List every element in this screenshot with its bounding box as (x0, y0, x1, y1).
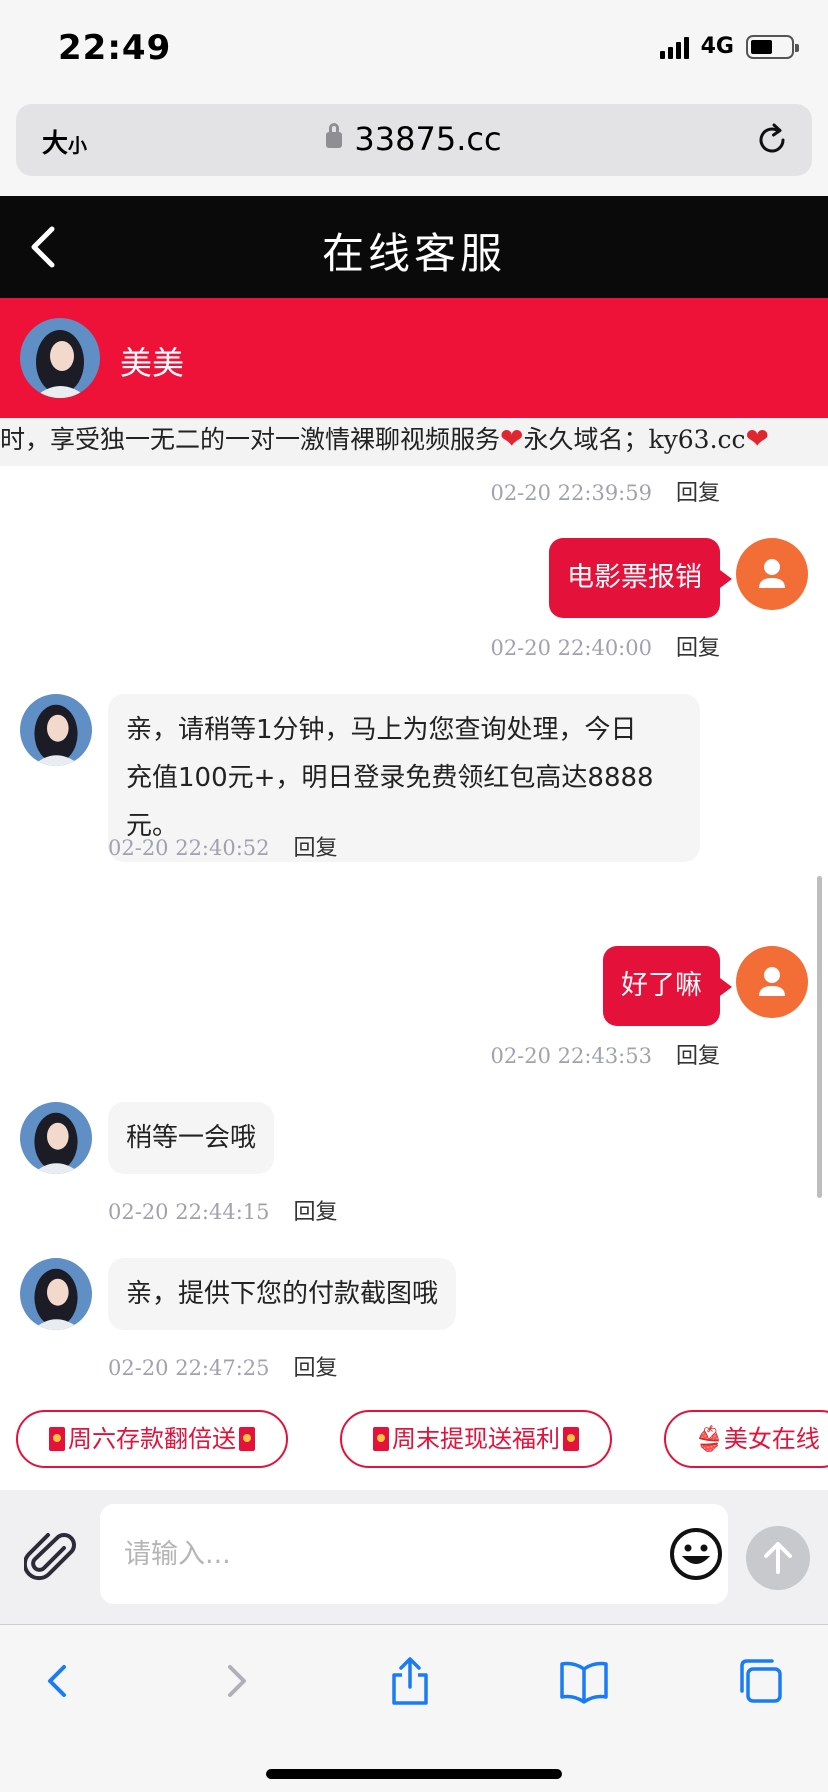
chip-label: 美女在线 (723, 1425, 820, 1453)
message-meta: 02-20 22:44:15 回复 (108, 1194, 338, 1226)
reply-link[interactable]: 回复 (676, 636, 720, 661)
status-bar: 22:49 4G (0, 0, 828, 100)
browser-toolbar (0, 1624, 828, 1792)
scrollbar[interactable] (817, 876, 822, 1198)
red-envelope-icon (373, 1427, 389, 1451)
message-text: 亲，提供下您的付款截图哦 (126, 1279, 439, 1309)
page-title: 在线客服 (321, 229, 506, 278)
share-icon[interactable] (384, 1655, 436, 1707)
message-text-line: 充值100元+，明日登录免费领红包高达8888 (126, 763, 654, 793)
message-meta: 02-20 22:40:52 回复 (108, 830, 338, 862)
agent-message-bubble: 亲，提供下您的付款截图哦 (108, 1258, 457, 1330)
message-text: 电影票报销 (567, 562, 702, 593)
url-text: 33875.cc (354, 120, 502, 158)
signal-icon (659, 35, 689, 59)
user-avatar (736, 538, 808, 610)
agent-message-bubble: 稍等一会哦 (108, 1102, 275, 1174)
emoji-icon[interactable] (668, 1526, 724, 1582)
message-timestamp: 02-20 22:39:59 (490, 481, 652, 505)
red-envelope-icon (563, 1427, 579, 1451)
browser-address-area: 大小 33875.cc (0, 100, 828, 196)
agent-avatar (20, 694, 92, 766)
forward-icon[interactable] (210, 1655, 262, 1707)
reply-link[interactable]: 回复 (294, 1356, 338, 1381)
user-avatar (736, 946, 808, 1018)
user-message-bubble: 电影票报销 (549, 538, 732, 618)
message-meta: 02-20 22:39:59 回复 (490, 475, 720, 507)
message-meta: 02-20 22:47:25 回复 (108, 1350, 338, 1382)
message-text: 稍等一会哦 (126, 1123, 257, 1153)
agent-banner: 美美 (0, 298, 828, 418)
heart-icon: ❤ (745, 422, 769, 455)
user-message-bubble: 好了嘛 (603, 946, 732, 1026)
red-envelope-icon (49, 1427, 65, 1451)
status-time: 22:49 (58, 28, 172, 68)
message-timestamp: 02-20 22:43:53 (490, 1044, 652, 1068)
agent-avatar[interactable] (20, 318, 100, 398)
status-indicators: 4G (659, 34, 799, 59)
chip-label: 周末提现送福利 (392, 1425, 560, 1453)
reply-link[interactable]: 回复 (676, 1044, 720, 1069)
message-timestamp: 02-20 22:47:25 (108, 1356, 270, 1380)
url-display[interactable]: 33875.cc (16, 120, 812, 158)
tabs-icon[interactable] (734, 1655, 786, 1707)
message-text: 好了嘛 (621, 970, 702, 1001)
message-text-line: 亲，请稍等1分钟，马上为您查询处理，今日 (126, 715, 637, 745)
bookmarks-icon[interactable] (558, 1655, 610, 1707)
quick-reply-bar: 周六存款翻倍送 周末提现送福利 👙美女在线 (0, 1388, 828, 1490)
message-meta: 02-20 22:40:00 回复 (490, 630, 720, 662)
home-indicator (266, 1769, 562, 1779)
reply-link[interactable]: 回复 (294, 836, 338, 861)
marquee-domain: 永久域名；ky63.cc (523, 425, 746, 454)
red-envelope-icon (239, 1427, 255, 1451)
message-composer (0, 1490, 828, 1624)
chip-label: 周六存款翻倍送 (68, 1425, 236, 1453)
message-timestamp: 02-20 22:40:52 (108, 836, 270, 860)
message-timestamp: 02-20 22:40:00 (490, 636, 652, 660)
battery-icon (746, 34, 799, 59)
arrow-up-icon (764, 1542, 792, 1574)
reply-link[interactable]: 回复 (676, 481, 720, 506)
quick-reply-chip[interactable]: 周末提现送福利 (340, 1410, 612, 1468)
back-icon[interactable] (32, 1655, 84, 1707)
quick-reply-chip[interactable]: 周六存款翻倍送 (16, 1410, 288, 1468)
message-meta: 02-20 22:43:53 回复 (490, 1038, 720, 1070)
agent-name: 美美 (120, 344, 185, 382)
heart-icon: ❤ (500, 422, 524, 455)
send-button[interactable] (746, 1526, 810, 1590)
page-header: 在线客服 (0, 196, 828, 298)
lock-icon (326, 123, 343, 148)
message-input[interactable] (100, 1504, 728, 1604)
announcement-marquee: 时，享受独一无二的一对一激情裸聊视频服务❤永久域名；ky63.cc❤ (0, 418, 828, 466)
quick-reply-chip[interactable]: 👙美女在线 (664, 1410, 828, 1468)
agent-avatar (20, 1102, 92, 1174)
address-bar[interactable]: 大小 33875.cc (16, 104, 812, 176)
paperclip-icon[interactable] (24, 1530, 80, 1586)
reply-link[interactable]: 回复 (294, 1200, 338, 1225)
chat-messages[interactable]: 02-20 22:39:59 回复 电影票报销 02-20 22:40:00 回复 … (0, 466, 828, 1388)
network-type: 4G (700, 34, 734, 59)
bikini-icon: 👙 (694, 1425, 724, 1453)
marquee-text: 时，享受独一无二的一对一激情裸聊视频服务 (0, 425, 501, 454)
agent-avatar (20, 1258, 92, 1330)
reload-icon[interactable] (754, 122, 790, 158)
message-timestamp: 02-20 22:44:15 (108, 1200, 270, 1224)
